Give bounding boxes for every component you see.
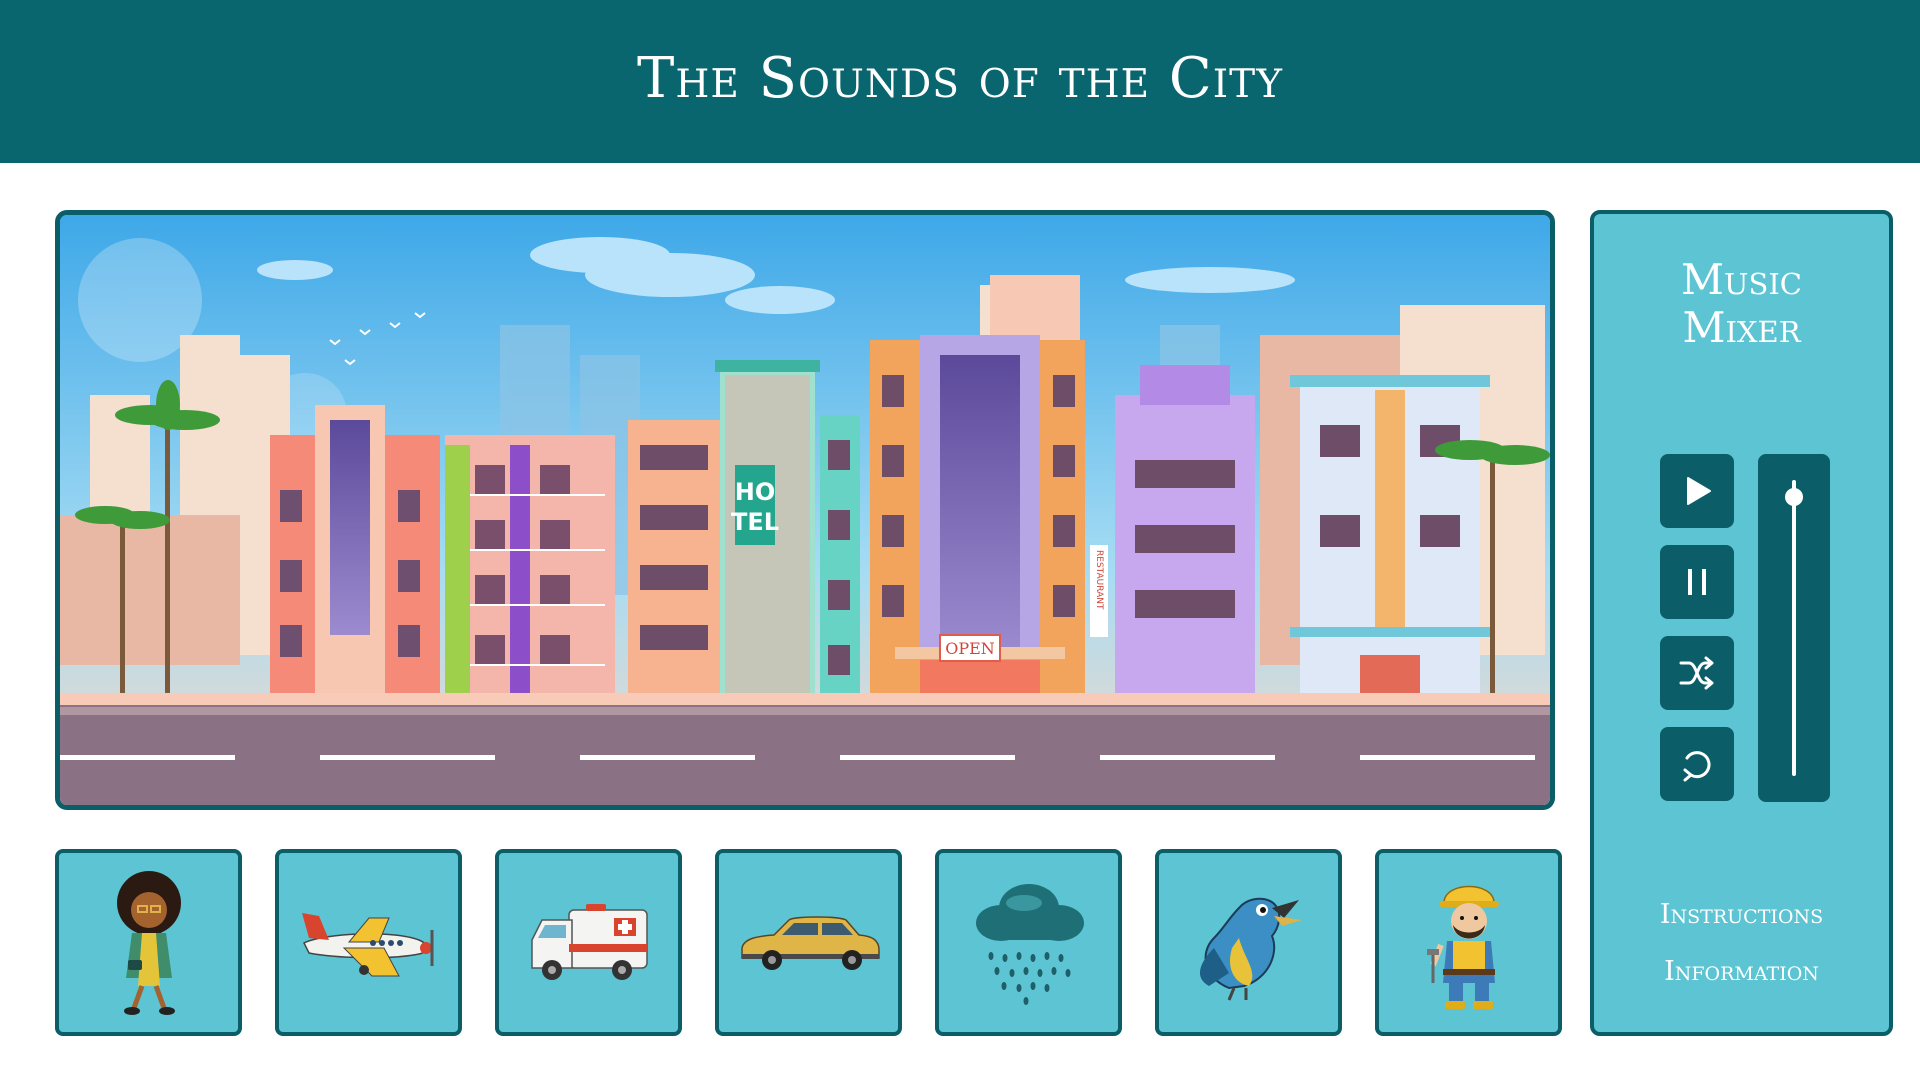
- volume-slider-knob[interactable]: [1785, 488, 1803, 507]
- construction-worker-icon: [1426, 885, 1499, 1009]
- repeat-icon: [1683, 751, 1711, 782]
- restaurant-sign: RESTAURANT: [1094, 550, 1104, 610]
- mixer-title: Music Mixer: [1594, 256, 1889, 352]
- information-link[interactable]: Information: [1594, 956, 1889, 987]
- sound-tile-bird[interactable]: [1155, 849, 1342, 1036]
- building-balconies: [445, 435, 615, 695]
- sound-tile-airplane[interactable]: [275, 849, 462, 1036]
- hotel-sign-line1: HO: [735, 478, 776, 506]
- city-illustration: HO TEL OPEN RESTAURANT: [60, 215, 1550, 805]
- building-coral: [270, 405, 440, 695]
- shuffle-button[interactable]: [1660, 636, 1734, 710]
- building-peach: [628, 420, 723, 695]
- sound-tile-worker[interactable]: [1375, 849, 1562, 1036]
- taxi-car-icon: [740, 915, 880, 970]
- music-mixer-panel: Music Mixer Instructions Information: [1590, 210, 1893, 1036]
- sound-tile-rain[interactable]: [935, 849, 1122, 1036]
- city-scene-panel: HO TEL OPEN RESTAURANT: [55, 210, 1555, 810]
- play-icon: [1687, 477, 1711, 505]
- ambulance-icon: [530, 903, 648, 980]
- airplane-icon: [301, 912, 433, 976]
- building-pale-blue: [1290, 375, 1490, 695]
- volume-slider[interactable]: [1758, 454, 1830, 802]
- hotel-sign-line2: TEL: [731, 508, 779, 536]
- road: [60, 705, 1550, 805]
- open-sign: OPEN: [945, 639, 995, 658]
- building-lilac: [1115, 365, 1255, 695]
- instructions-link[interactable]: Instructions: [1594, 899, 1889, 930]
- volume-slider-track[interactable]: [1792, 480, 1796, 776]
- page-title: The Sounds of the City: [637, 46, 1283, 111]
- woman-walking-icon: [116, 870, 181, 1015]
- sound-tile-ambulance[interactable]: [495, 849, 682, 1036]
- header-bar: The Sounds of the City: [0, 0, 1920, 163]
- repeat-button[interactable]: [1660, 727, 1734, 801]
- pause-icon: [1688, 569, 1706, 595]
- shuffle-icon: [1679, 656, 1714, 690]
- pause-button[interactable]: [1660, 545, 1734, 619]
- play-button[interactable]: [1660, 454, 1734, 528]
- mixer-title-line2: Mixer: [1682, 303, 1801, 352]
- bird-icon: [1199, 897, 1302, 1001]
- rain-cloud-icon: [975, 883, 1084, 1005]
- sound-tile-car[interactable]: [715, 849, 902, 1036]
- sound-tile-woman[interactable]: [55, 849, 242, 1036]
- mixer-title-line1: Music: [1681, 255, 1802, 304]
